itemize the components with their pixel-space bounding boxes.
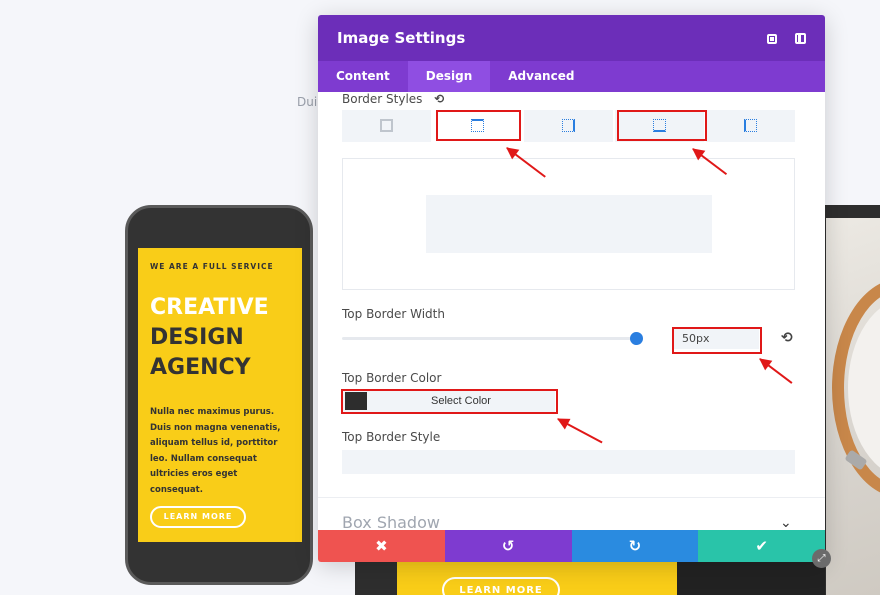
checkmark-icon[interactable]: ✔ <box>698 530 825 562</box>
phone-kicker: WE ARE A FULL SERVICE <box>150 262 274 271</box>
left-border-icon <box>743 119 757 132</box>
split-view-icon[interactable] <box>795 32 806 44</box>
border-all-sides-button[interactable] <box>342 110 431 142</box>
border-preview-inner <box>426 195 712 253</box>
headphones-photo <box>826 218 880 595</box>
phone-title-line1: CREATIVE <box>150 295 269 320</box>
phone-learn-more-button: LEARN MORE <box>150 506 246 528</box>
settings-content: Border Styles ⟲ Top Border Width ⟲ Top B… <box>318 92 825 502</box>
highlight-bottom-border-button <box>617 110 707 141</box>
phone-title-line3: AGENCY <box>150 355 251 380</box>
bottom-laptop-dark <box>677 560 825 595</box>
phone-screen: WE ARE A FULL SERVICE CREATIVE DESIGN AG… <box>138 248 302 542</box>
modal-title: Image Settings <box>337 29 466 47</box>
laptop-learn-more-button: LEARN MORE <box>442 577 560 595</box>
redo-icon[interactable]: ↻ <box>571 530 699 562</box>
top-border-width-label: Top Border Width <box>342 307 445 321</box>
border-styles-text: Border Styles <box>342 92 423 106</box>
fullscreen-icon[interactable] <box>767 34 777 44</box>
highlight-top-border-button <box>436 110 521 141</box>
slider-handle[interactable] <box>629 332 643 345</box>
settings-tabs: Content Design Advanced <box>318 61 825 92</box>
border-left-button[interactable] <box>706 110 795 142</box>
image-settings-modal: Image Settings Content Design Advanced B… <box>318 15 825 562</box>
top-border-style-label: Top Border Style <box>342 430 441 444</box>
highlight-width-input <box>672 327 762 354</box>
modal-actions: ✖ ↺ ↻ ✔ <box>318 530 825 562</box>
tab-advanced[interactable]: Advanced <box>490 61 592 92</box>
tab-content[interactable]: Content <box>318 61 408 92</box>
border-right-button[interactable] <box>524 110 613 142</box>
right-border-icon <box>561 119 575 132</box>
phone-title-line2: DESIGN <box>150 325 244 350</box>
modal-header: Image Settings <box>318 15 825 61</box>
resize-icon[interactable]: ⤢ <box>812 549 831 568</box>
phone-title: CREATIVE DESIGN AGENCY <box>150 293 290 383</box>
border-styles-label: Border Styles ⟲ <box>342 92 444 106</box>
top-border-style-select[interactable] <box>342 450 795 474</box>
all-sides-icon <box>379 119 393 132</box>
phone-mockup: WE ARE A FULL SERVICE CREATIVE DESIGN AG… <box>125 205 313 585</box>
highlight-color-picker <box>341 389 558 414</box>
tab-design[interactable]: Design <box>407 61 491 92</box>
undo-arrow-icon[interactable]: ⟲ <box>434 92 444 106</box>
background-text: Dui <box>297 95 318 109</box>
reset-icon[interactable]: ⟲ <box>781 330 793 346</box>
top-border-width-slider[interactable] <box>342 337 642 340</box>
section-divider <box>318 497 825 498</box>
undo-icon[interactable]: ↺ <box>444 530 572 562</box>
chevron-down-icon[interactable]: ⌄ <box>780 515 792 531</box>
x-icon[interactable]: ✖ <box>318 530 445 562</box>
phone-body-text: Nulla nec maximus purus. Duis non magna … <box>150 407 281 495</box>
top-border-color-label: Top Border Color <box>342 371 442 385</box>
border-preview <box>342 158 795 290</box>
border-side-selector <box>342 110 795 142</box>
